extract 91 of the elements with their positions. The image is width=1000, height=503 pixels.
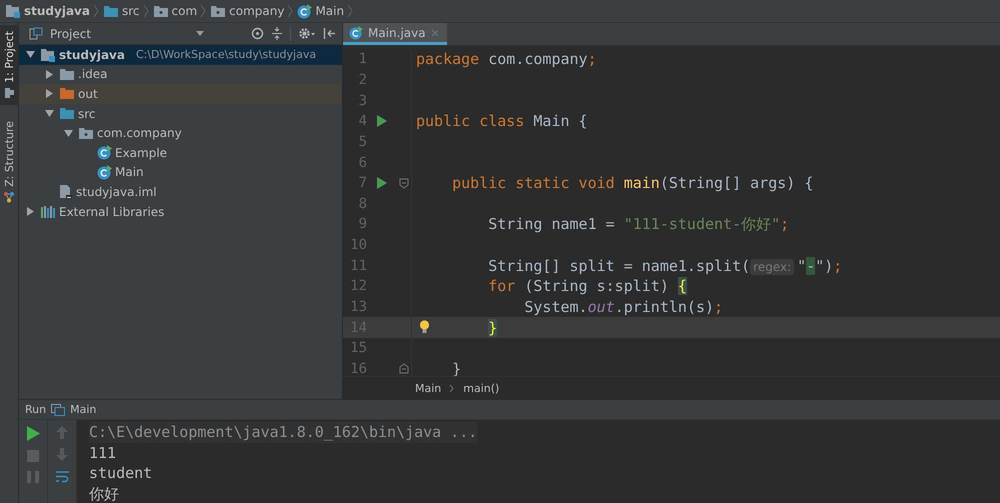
line-number: 6	[358, 154, 367, 171]
tool-window-tab[interactable]: Z: Structure	[0, 114, 18, 209]
fold-icon[interactable]	[399, 363, 409, 374]
breadcrumb-item[interactable]: com	[172, 4, 198, 18]
expand-arrow-icon[interactable]	[44, 89, 54, 98]
console-line: 你好	[89, 484, 120, 503]
panel-title: Run	[25, 403, 46, 416]
breadcrumb-item[interactable]: studyjava	[24, 4, 90, 18]
line-number: 4	[358, 113, 367, 130]
tool-window-tab[interactable]: 1: Project	[0, 25, 18, 105]
console-line: 111	[89, 442, 118, 463]
tree-row[interactable]: out	[19, 84, 342, 104]
tree-row[interactable]: External Libraries	[19, 202, 342, 222]
tree-row[interactable]: Example	[19, 142, 342, 163]
hide-panel-icon[interactable]	[323, 27, 336, 40]
console-line: student	[89, 463, 154, 484]
chevron-icon	[92, 4, 99, 18]
folder-icon	[78, 126, 94, 140]
tree-row[interactable]: studyjava.iml	[19, 182, 342, 202]
fold-icon[interactable]	[399, 178, 409, 189]
line-number: 12	[349, 278, 367, 294]
line-number: 7	[358, 175, 367, 192]
folder-icon	[59, 87, 75, 100]
breadcrumb-item[interactable]: src	[122, 4, 140, 18]
run-icon[interactable]	[26, 426, 40, 441]
collapse-all-icon[interactable]	[271, 27, 283, 40]
editor-tab[interactable]: Main.java	[343, 23, 447, 45]
line-number: 2	[358, 72, 367, 88]
soft-wrap-icon[interactable]	[54, 470, 70, 483]
line-number: 16	[349, 360, 367, 376]
chevron-icon	[449, 384, 456, 392]
tree-row[interactable]: .idea	[19, 64, 342, 84]
code-line: public class Main {	[415, 112, 588, 130]
code-line: for (String s:split) {	[487, 277, 687, 296]
expand-arrow-icon[interactable]	[64, 128, 72, 138]
folder-icon	[210, 4, 226, 18]
code-line: package com.company;	[415, 50, 597, 68]
expand-arrow-icon[interactable]	[26, 50, 34, 60]
line-number: 1	[358, 51, 367, 68]
locate-icon[interactable]	[251, 27, 264, 40]
folder-icon	[102, 4, 119, 18]
code-line: String name1 = "111-student-你好";	[487, 214, 790, 234]
run-icon[interactable]	[377, 115, 387, 128]
file-icon	[59, 184, 73, 200]
module-icon	[5, 4, 21, 18]
line-number: 13	[349, 299, 367, 315]
expand-arrow-icon[interactable]	[44, 70, 54, 79]
breadcrumb-item[interactable]: company	[229, 4, 284, 18]
line-number: 15	[349, 340, 367, 356]
code-line: System.out.println(s);	[523, 298, 724, 316]
settings-icon[interactable]	[298, 27, 316, 40]
code-line: String[] split = name1.split( regex: "-");	[487, 256, 842, 275]
breadcrumb-item[interactable]: main()	[463, 382, 500, 394]
class-icon	[297, 4, 312, 18]
console-icon	[51, 404, 66, 416]
line-number: 10	[349, 237, 367, 254]
class-icon	[97, 145, 112, 160]
class-icon	[349, 26, 363, 40]
line-number: 3	[358, 92, 367, 109]
tree-row[interactable]: src	[19, 104, 342, 124]
expand-arrow-icon[interactable]	[44, 109, 54, 118]
module-icon	[40, 48, 56, 62]
code-line: }	[451, 360, 462, 376]
folder-icon	[59, 107, 75, 120]
class-icon	[97, 164, 112, 180]
code-line: public static void main(String[] args) {	[451, 174, 814, 192]
line-number: 9	[358, 216, 367, 232]
folder-icon	[152, 4, 168, 18]
run-icon[interactable]	[377, 177, 387, 190]
dropdown-icon[interactable]	[196, 31, 204, 36]
chevron-icon	[142, 4, 148, 18]
structure-icon	[3, 190, 15, 203]
tree-row[interactable]: Main	[19, 162, 342, 182]
project-view-icon	[29, 27, 43, 40]
tree-row[interactable]: studyjava C:\D\WorkSpace\study\studyjava	[19, 45, 342, 65]
folder-icon	[59, 68, 75, 81]
expand-arrow-icon[interactable]	[26, 207, 34, 216]
line-number: 5	[358, 134, 367, 150]
tree-row[interactable]: com.company	[19, 123, 342, 143]
line-number: 11	[349, 258, 367, 274]
lightbulb-icon[interactable]	[419, 320, 430, 334]
panel-title[interactable]: Project	[50, 26, 92, 40]
folder-icon	[4, 86, 14, 99]
run-config-label[interactable]: Main	[70, 403, 96, 416]
chevron-icon	[200, 4, 206, 18]
line-number: 8	[358, 196, 367, 212]
chevron-icon	[347, 4, 354, 18]
chevron-icon	[287, 4, 294, 18]
breadcrumb-item[interactable]: Main	[315, 4, 344, 18]
libraries-icon	[40, 205, 56, 218]
breadcrumb-item[interactable]: Main	[415, 382, 442, 394]
